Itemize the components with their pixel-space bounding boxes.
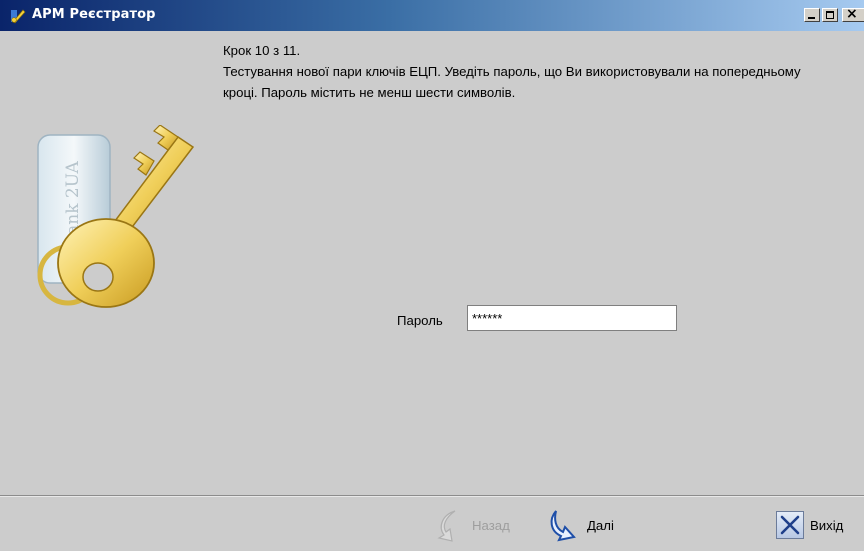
step-counter: Крок 10 з 11. [223,43,301,58]
wizard-instructions: Крок 10 з 11. Тестування нової пари ключ… [223,40,823,103]
close-icon[interactable]: × [842,6,864,22]
next-arrow-icon [550,510,576,542]
app-icon [11,9,26,24]
back-button[interactable]: Назад [430,506,510,544]
password-label: Пароль [397,313,443,328]
back-arrow-icon [437,510,456,542]
app-window: АРМ Реєстратор × iBank 2UA Крок 10 з 11.… [0,0,864,551]
back-button-label: Назад [472,517,510,533]
exit-button[interactable]: Вихід [776,506,843,544]
minimize-icon[interactable] [804,8,820,22]
exit-button-label: Вихід [810,517,844,533]
password-field[interactable] [467,305,677,331]
title-bar[interactable]: АРМ Реєстратор × [0,0,864,31]
exit-x-icon [776,511,804,539]
next-button[interactable]: Далі [545,506,614,544]
key-icon: iBank 2UA [37,125,195,308]
maximize-icon[interactable] [822,8,838,22]
divider-highlight [0,496,864,497]
next-button-label: Далі [587,517,614,533]
instruction-text: Тестування нової пари ключів ЕЦП. Уведіт… [223,64,801,100]
window-title: АРМ Реєстратор [32,7,156,22]
